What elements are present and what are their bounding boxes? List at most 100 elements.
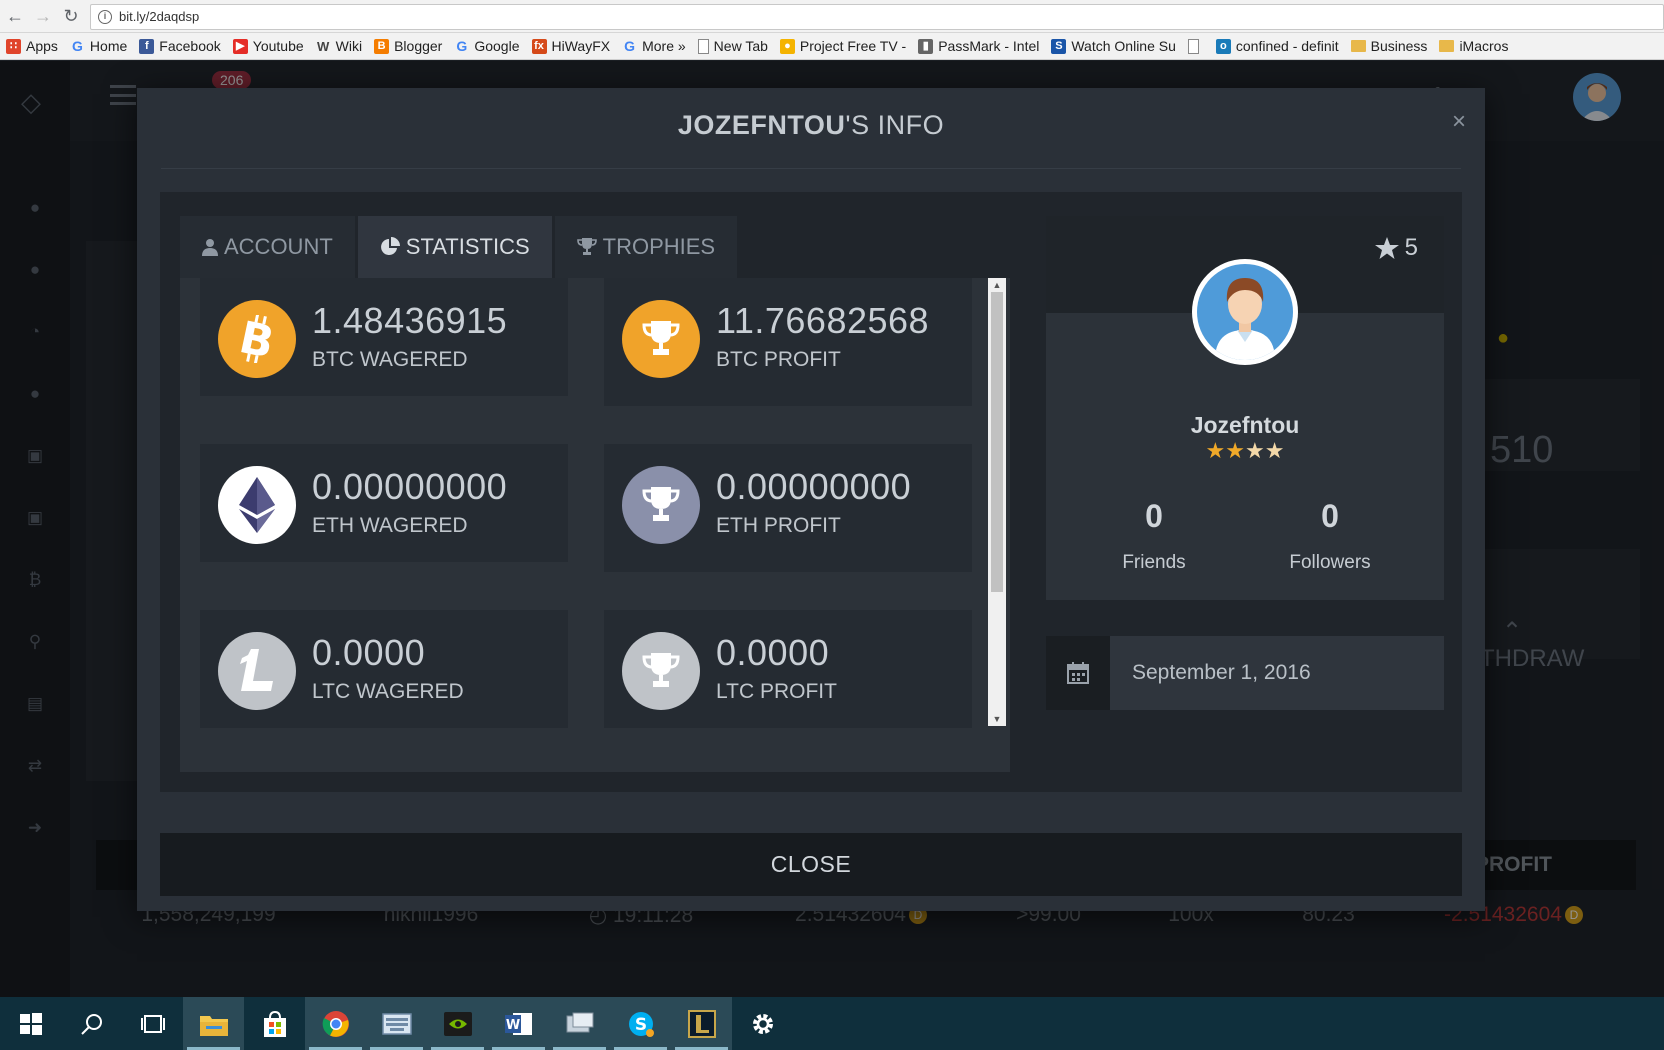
- bookmark-item[interactable]: W Wiki: [316, 38, 362, 54]
- google-icon: G: [71, 37, 83, 54]
- bookmark-label: More »: [642, 38, 686, 54]
- google-icon: G: [624, 37, 636, 54]
- trophy-icon: [622, 632, 700, 710]
- nvidia-icon[interactable]: [427, 997, 488, 1050]
- bookmark-label: Home: [89, 38, 128, 54]
- tab-account[interactable]: ACCOUNT: [180, 216, 355, 278]
- bookmark-item[interactable]: Business: [1350, 38, 1427, 54]
- followers-count[interactable]: 0: [1250, 498, 1410, 535]
- star-icon: ★: [1225, 438, 1245, 463]
- stat-label: BTC PROFIT: [716, 348, 841, 371]
- google-icon: G: [456, 37, 468, 54]
- tab-trophies[interactable]: TROPHIES: [554, 216, 738, 278]
- stat-card-eth-profit: 0.00000000 ETH PROFIT: [604, 444, 972, 572]
- bookmark-label: Project Free TV -: [799, 38, 907, 54]
- apps-grid-icon: ∷: [6, 38, 21, 54]
- search-icon[interactable]: [61, 997, 122, 1050]
- bookmark-item[interactable]: ∷ Apps: [6, 38, 58, 54]
- address-bar[interactable]: i bit.ly/2daqdsp: [90, 4, 1664, 30]
- friends-label[interactable]: Friends: [1074, 552, 1234, 574]
- league-of-legends-icon[interactable]: [671, 997, 732, 1050]
- bookmark-label: iMacros: [1459, 38, 1509, 54]
- bookmark-label: Youtube: [252, 38, 304, 54]
- reload-icon[interactable]: ↻: [60, 5, 82, 27]
- stat-card-ltc-wagered: 0.0000 LTC WAGERED: [200, 610, 568, 728]
- bookmark-item[interactable]: f Facebook: [139, 38, 221, 54]
- scrollbar-thumb[interactable]: [991, 292, 1003, 592]
- trophy-icon: [622, 466, 700, 544]
- modal-title: JOZEFNTOU'S INFO: [137, 110, 1485, 141]
- tab-label: ACCOUNT: [224, 234, 333, 259]
- bookmark-item[interactable]: New Tab: [697, 38, 768, 54]
- followers-label[interactable]: Followers: [1250, 552, 1410, 574]
- scroll-up-arrow-icon[interactable]: ▲: [988, 278, 1006, 292]
- passmark-icon: ▮: [918, 38, 934, 54]
- forward-arrow-icon[interactable]: →: [32, 5, 54, 27]
- stat-card-eth-wagered: 0.00000000 ETH WAGERED: [200, 444, 568, 562]
- bookmark-item[interactable]: ● Project Free TV -: [779, 38, 907, 54]
- skype-icon[interactable]: S: [610, 997, 671, 1050]
- file-explorer-icon[interactable]: [183, 997, 244, 1050]
- tab-bar: ACCOUNT STATISTICS TROPHIES: [180, 216, 740, 278]
- joined-date-row: September 1, 2016: [1046, 636, 1444, 710]
- url-text: bit.ly/2daqdsp: [119, 9, 200, 24]
- bookmark-label: Facebook: [159, 38, 221, 54]
- bookmarks-bar: ∷ Apps G Home f Facebook ▶ Youtube W Wiki B Blogger…: [0, 33, 1664, 60]
- tab-statistics[interactable]: STATISTICS: [357, 216, 552, 278]
- friends-count[interactable]: 0: [1074, 498, 1234, 535]
- settings-icon[interactable]: [732, 997, 793, 1050]
- bookmark-item[interactable]: S Watch Online Su: [1051, 38, 1176, 54]
- bookmark-item[interactable]: G Home: [70, 38, 127, 54]
- bookmark-item[interactable]: G Google: [454, 38, 519, 54]
- bookmark-item[interactable]: G More »: [622, 38, 686, 54]
- network-app-icon[interactable]: [549, 997, 610, 1050]
- star-icon: ★: [1245, 438, 1265, 463]
- bookmark-item[interactable]: B Blogger: [374, 38, 442, 54]
- store-icon[interactable]: [244, 997, 305, 1050]
- bookmark-item[interactable]: fx HiWayFX: [531, 38, 611, 54]
- blogger-icon: B: [374, 38, 390, 54]
- scrollbar[interactable]: ▲ ▼: [988, 278, 1006, 726]
- projectfreetv-icon: ●: [779, 38, 795, 54]
- litecoin-icon: [218, 632, 296, 710]
- star-count: 5: [1374, 234, 1418, 262]
- star-count-value: 5: [1404, 234, 1418, 261]
- tab-label: STATISTICS: [405, 234, 530, 259]
- windows-start-icon[interactable]: [0, 997, 61, 1050]
- stat-card-ltc-profit: 0.0000 LTC PROFIT: [604, 610, 972, 728]
- bookmark-label: HiWayFX: [551, 38, 611, 54]
- back-arrow-icon[interactable]: ←: [4, 5, 26, 27]
- user-icon: [202, 239, 218, 256]
- star-icon: [1374, 237, 1399, 259]
- bookmark-item[interactable]: o confined - definit: [1215, 38, 1339, 54]
- bookmark-item[interactable]: ▶ Youtube: [232, 38, 304, 54]
- page-icon: [697, 38, 709, 54]
- bitcoin-icon: B: [218, 300, 296, 378]
- scroll-down-arrow-icon[interactable]: ▼: [988, 712, 1006, 726]
- bookmark-item[interactable]: iMacros: [1439, 38, 1508, 54]
- word-icon[interactable]: W: [488, 997, 549, 1050]
- close-icon[interactable]: ×: [1449, 110, 1469, 134]
- stat-value: 0.00000000: [716, 466, 912, 507]
- bookmark-item[interactable]: ▮ PassMark - Intel: [918, 38, 1039, 54]
- bookmark-label: Wiki: [335, 38, 363, 54]
- folder-icon: [1350, 40, 1366, 52]
- close-button[interactable]: CLOSE: [160, 833, 1462, 896]
- rating-stars: ★★★★: [1046, 438, 1444, 464]
- stat-value: 0.0000: [312, 632, 426, 673]
- divider: [161, 168, 1461, 169]
- stat-value: 0.0000: [716, 632, 830, 673]
- profile-card: 5 Jozefntou ★★★★ 0 Friends 0 Followers: [1046, 216, 1444, 600]
- svg-text:S: S: [634, 1015, 646, 1035]
- profile-avatar: [1192, 259, 1298, 365]
- bookmark-item[interactable]: [1187, 38, 1204, 54]
- chrome-icon[interactable]: [305, 997, 366, 1050]
- keyboard-app-icon[interactable]: [366, 997, 427, 1050]
- stat-value: 1.48436915: [312, 300, 508, 341]
- trophy-icon: [622, 300, 700, 378]
- dictionary-icon: o: [1215, 38, 1231, 54]
- pie-chart-icon: [380, 237, 400, 255]
- user-info-modal: JOZEFNTOU'S INFO × ACCOUNT STATISTICS TR…: [137, 88, 1485, 911]
- task-view-icon[interactable]: [122, 997, 183, 1050]
- site-info-icon[interactable]: i: [98, 10, 112, 24]
